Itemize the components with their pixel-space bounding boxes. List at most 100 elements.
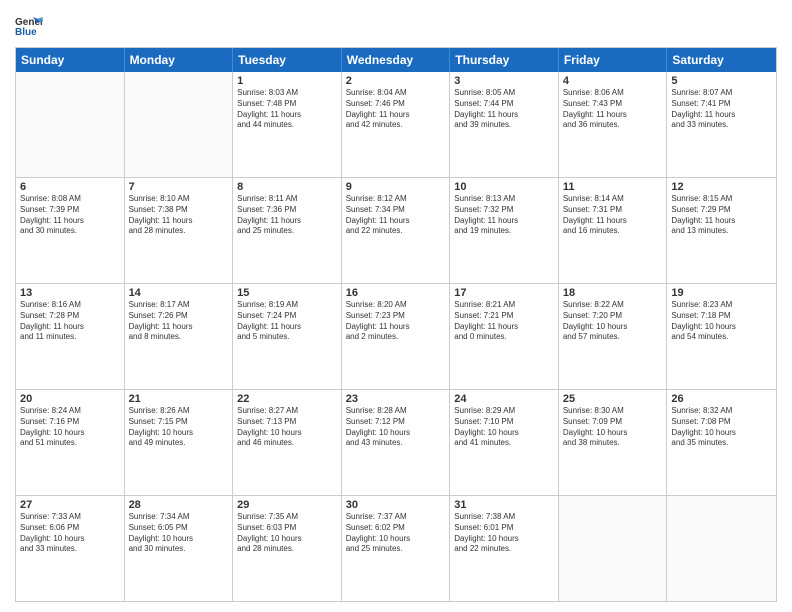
cell-info: Sunrise: 8:10 AM Sunset: 7:38 PM Dayligh… <box>129 194 229 237</box>
calendar-header: SundayMondayTuesdayWednesdayThursdayFrid… <box>16 48 776 72</box>
calendar-cell: 10Sunrise: 8:13 AM Sunset: 7:32 PM Dayli… <box>450 178 559 283</box>
calendar-cell <box>667 496 776 601</box>
calendar-cell: 27Sunrise: 7:33 AM Sunset: 6:06 PM Dayli… <box>16 496 125 601</box>
header: General Blue <box>15 15 777 37</box>
day-number: 24 <box>454 393 554 405</box>
cell-info: Sunrise: 8:28 AM Sunset: 7:12 PM Dayligh… <box>346 406 446 449</box>
cell-info: Sunrise: 8:04 AM Sunset: 7:46 PM Dayligh… <box>346 88 446 131</box>
calendar-cell: 29Sunrise: 7:35 AM Sunset: 6:03 PM Dayli… <box>233 496 342 601</box>
header-day-wednesday: Wednesday <box>342 48 451 72</box>
calendar-row-2: 13Sunrise: 8:16 AM Sunset: 7:28 PM Dayli… <box>16 283 776 389</box>
calendar-cell: 3Sunrise: 8:05 AM Sunset: 7:44 PM Daylig… <box>450 72 559 177</box>
calendar-cell: 22Sunrise: 8:27 AM Sunset: 7:13 PM Dayli… <box>233 390 342 495</box>
day-number: 27 <box>20 499 120 511</box>
calendar-cell: 4Sunrise: 8:06 AM Sunset: 7:43 PM Daylig… <box>559 72 668 177</box>
day-number: 16 <box>346 287 446 299</box>
cell-info: Sunrise: 8:22 AM Sunset: 7:20 PM Dayligh… <box>563 300 663 343</box>
cell-info: Sunrise: 8:11 AM Sunset: 7:36 PM Dayligh… <box>237 194 337 237</box>
day-number: 30 <box>346 499 446 511</box>
cell-info: Sunrise: 7:37 AM Sunset: 6:02 PM Dayligh… <box>346 512 446 555</box>
day-number: 2 <box>346 75 446 87</box>
calendar-body: 1Sunrise: 8:03 AM Sunset: 7:48 PM Daylig… <box>16 72 776 601</box>
day-number: 28 <box>129 499 229 511</box>
calendar-cell: 9Sunrise: 8:12 AM Sunset: 7:34 PM Daylig… <box>342 178 451 283</box>
calendar-cell: 19Sunrise: 8:23 AM Sunset: 7:18 PM Dayli… <box>667 284 776 389</box>
cell-info: Sunrise: 8:20 AM Sunset: 7:23 PM Dayligh… <box>346 300 446 343</box>
calendar-cell: 31Sunrise: 7:38 AM Sunset: 6:01 PM Dayli… <box>450 496 559 601</box>
cell-info: Sunrise: 7:34 AM Sunset: 6:05 PM Dayligh… <box>129 512 229 555</box>
calendar-cell <box>125 72 234 177</box>
cell-info: Sunrise: 8:17 AM Sunset: 7:26 PM Dayligh… <box>129 300 229 343</box>
day-number: 18 <box>563 287 663 299</box>
cell-info: Sunrise: 8:13 AM Sunset: 7:32 PM Dayligh… <box>454 194 554 237</box>
calendar-cell: 20Sunrise: 8:24 AM Sunset: 7:16 PM Dayli… <box>16 390 125 495</box>
cell-info: Sunrise: 8:30 AM Sunset: 7:09 PM Dayligh… <box>563 406 663 449</box>
calendar: SundayMondayTuesdayWednesdayThursdayFrid… <box>15 47 777 602</box>
day-number: 4 <box>563 75 663 87</box>
calendar-row-0: 1Sunrise: 8:03 AM Sunset: 7:48 PM Daylig… <box>16 72 776 177</box>
calendar-cell: 13Sunrise: 8:16 AM Sunset: 7:28 PM Dayli… <box>16 284 125 389</box>
day-number: 29 <box>237 499 337 511</box>
calendar-cell: 30Sunrise: 7:37 AM Sunset: 6:02 PM Dayli… <box>342 496 451 601</box>
day-number: 3 <box>454 75 554 87</box>
calendar-cell: 8Sunrise: 8:11 AM Sunset: 7:36 PM Daylig… <box>233 178 342 283</box>
day-number: 21 <box>129 393 229 405</box>
cell-info: Sunrise: 8:19 AM Sunset: 7:24 PM Dayligh… <box>237 300 337 343</box>
cell-info: Sunrise: 8:32 AM Sunset: 7:08 PM Dayligh… <box>671 406 772 449</box>
day-number: 17 <box>454 287 554 299</box>
day-number: 14 <box>129 287 229 299</box>
header-day-saturday: Saturday <box>667 48 776 72</box>
calendar-cell: 16Sunrise: 8:20 AM Sunset: 7:23 PM Dayli… <box>342 284 451 389</box>
cell-info: Sunrise: 7:38 AM Sunset: 6:01 PM Dayligh… <box>454 512 554 555</box>
day-number: 25 <box>563 393 663 405</box>
header-day-sunday: Sunday <box>16 48 125 72</box>
calendar-cell <box>16 72 125 177</box>
day-number: 7 <box>129 181 229 193</box>
calendar-cell: 5Sunrise: 8:07 AM Sunset: 7:41 PM Daylig… <box>667 72 776 177</box>
day-number: 19 <box>671 287 772 299</box>
calendar-cell: 28Sunrise: 7:34 AM Sunset: 6:05 PM Dayli… <box>125 496 234 601</box>
calendar-row-1: 6Sunrise: 8:08 AM Sunset: 7:39 PM Daylig… <box>16 177 776 283</box>
day-number: 15 <box>237 287 337 299</box>
day-number: 5 <box>671 75 772 87</box>
logo-icon: General Blue <box>15 15 43 37</box>
cell-info: Sunrise: 8:23 AM Sunset: 7:18 PM Dayligh… <box>671 300 772 343</box>
day-number: 11 <box>563 181 663 193</box>
header-day-tuesday: Tuesday <box>233 48 342 72</box>
day-number: 9 <box>346 181 446 193</box>
cell-info: Sunrise: 8:15 AM Sunset: 7:29 PM Dayligh… <box>671 194 772 237</box>
cell-info: Sunrise: 8:16 AM Sunset: 7:28 PM Dayligh… <box>20 300 120 343</box>
day-number: 1 <box>237 75 337 87</box>
calendar-cell <box>559 496 668 601</box>
cell-info: Sunrise: 8:26 AM Sunset: 7:15 PM Dayligh… <box>129 406 229 449</box>
header-day-friday: Friday <box>559 48 668 72</box>
day-number: 8 <box>237 181 337 193</box>
logo: General Blue <box>15 15 43 37</box>
calendar-cell: 24Sunrise: 8:29 AM Sunset: 7:10 PM Dayli… <box>450 390 559 495</box>
day-number: 22 <box>237 393 337 405</box>
cell-info: Sunrise: 8:07 AM Sunset: 7:41 PM Dayligh… <box>671 88 772 131</box>
day-number: 20 <box>20 393 120 405</box>
day-number: 10 <box>454 181 554 193</box>
calendar-cell: 14Sunrise: 8:17 AM Sunset: 7:26 PM Dayli… <box>125 284 234 389</box>
cell-info: Sunrise: 8:06 AM Sunset: 7:43 PM Dayligh… <box>563 88 663 131</box>
cell-info: Sunrise: 7:35 AM Sunset: 6:03 PM Dayligh… <box>237 512 337 555</box>
cell-info: Sunrise: 7:33 AM Sunset: 6:06 PM Dayligh… <box>20 512 120 555</box>
calendar-cell: 15Sunrise: 8:19 AM Sunset: 7:24 PM Dayli… <box>233 284 342 389</box>
header-day-thursday: Thursday <box>450 48 559 72</box>
calendar-cell: 21Sunrise: 8:26 AM Sunset: 7:15 PM Dayli… <box>125 390 234 495</box>
day-number: 13 <box>20 287 120 299</box>
svg-text:Blue: Blue <box>15 27 37 37</box>
calendar-cell: 6Sunrise: 8:08 AM Sunset: 7:39 PM Daylig… <box>16 178 125 283</box>
cell-info: Sunrise: 8:03 AM Sunset: 7:48 PM Dayligh… <box>237 88 337 131</box>
calendar-cell: 25Sunrise: 8:30 AM Sunset: 7:09 PM Dayli… <box>559 390 668 495</box>
cell-info: Sunrise: 8:14 AM Sunset: 7:31 PM Dayligh… <box>563 194 663 237</box>
cell-info: Sunrise: 8:27 AM Sunset: 7:13 PM Dayligh… <box>237 406 337 449</box>
calendar-cell: 7Sunrise: 8:10 AM Sunset: 7:38 PM Daylig… <box>125 178 234 283</box>
calendar-cell: 17Sunrise: 8:21 AM Sunset: 7:21 PM Dayli… <box>450 284 559 389</box>
cell-info: Sunrise: 8:29 AM Sunset: 7:10 PM Dayligh… <box>454 406 554 449</box>
cell-info: Sunrise: 8:21 AM Sunset: 7:21 PM Dayligh… <box>454 300 554 343</box>
day-number: 23 <box>346 393 446 405</box>
calendar-cell: 2Sunrise: 8:04 AM Sunset: 7:46 PM Daylig… <box>342 72 451 177</box>
cell-info: Sunrise: 8:12 AM Sunset: 7:34 PM Dayligh… <box>346 194 446 237</box>
